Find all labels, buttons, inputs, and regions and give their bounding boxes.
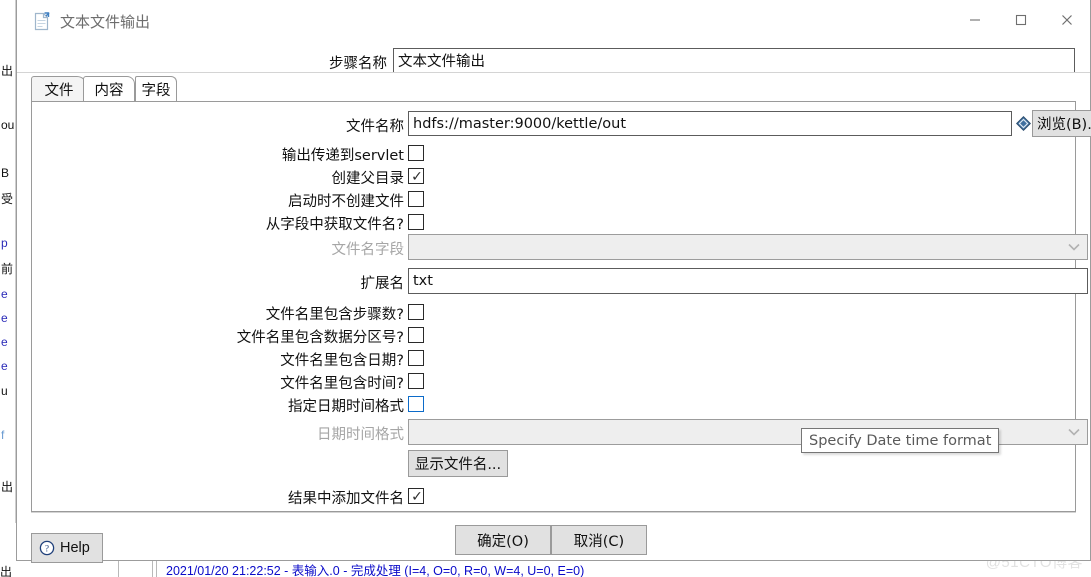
include-partnr-checkbox[interactable] [408,327,424,343]
add-to-result-checkbox[interactable]: ✓ [408,488,424,504]
svg-text:?: ? [45,544,49,554]
include-date-label: 文件名里包含日期? [280,353,404,369]
filename-field-label: 文件名字段 [331,242,405,258]
browse-button[interactable]: 浏览(B)... [1032,110,1091,137]
question-mark-icon: ? [39,540,55,556]
include-stepnr-label: 文件名里包含步骤数? [265,307,404,323]
filename-field-combo[interactable] [408,234,1088,260]
specify-date-format-label: 指定日期时间格式 [288,399,404,415]
include-time-label: 文件名里包含时间? [280,376,404,392]
document-output-icon [33,12,50,31]
variable-diamond-icon[interactable] [1015,115,1032,132]
dialog-title: 文本文件输出 [60,13,151,31]
create-parent-folder-label: 创建父目录 [331,171,405,187]
include-stepnr-checkbox[interactable] [408,304,424,320]
check-mark-icon: ✓ [411,168,423,184]
step-name-label: 步骤名称 [329,56,387,72]
window-controls [952,0,1090,43]
tab-file-label: 文件 [44,82,74,99]
help-button-label: Help [60,540,90,556]
include-partnr-label: 文件名里包含数据分区号? [236,330,404,346]
tab-content[interactable]: 内容 [83,76,135,102]
cancel-button[interactable]: 取消(C) [551,525,647,555]
chevron-down-icon [1062,421,1086,443]
maximize-button[interactable] [998,0,1044,40]
footer-divider [31,512,1076,513]
filename-from-field-label: 从字段中获取文件名? [265,217,404,233]
close-button[interactable] [1044,0,1090,40]
specify-date-format-checkbox[interactable] [408,396,424,412]
check-mark-icon: ✓ [411,488,423,504]
tab-fields-label: 字段 [141,83,171,99]
background-bottom-left-label: 出 [0,565,13,577]
help-button[interactable]: ? Help [31,533,103,563]
pass-to-servlet-label: 输出传递到servlet [281,148,404,164]
filename-input[interactable] [408,111,1012,136]
tab-fields[interactable]: 字段 [135,76,177,102]
include-time-checkbox[interactable] [408,373,424,389]
extension-input[interactable] [408,268,1088,294]
do-not-create-at-start-checkbox[interactable] [408,191,424,207]
tab-file[interactable]: 文件 [31,76,87,102]
status-divider [118,560,119,577]
status-divider [152,560,153,577]
filename-field-value [415,235,1059,259]
filename-label: 文件名称 [346,119,404,135]
minimize-button[interactable] [952,0,998,40]
add-to-result-label: 结果中添加文件名 [288,491,404,507]
date-time-format-label: 日期时间格式 [317,427,404,443]
create-parent-folder-checkbox[interactable]: ✓ [408,168,424,184]
background-status-bar: 2021/01/20 21:22:52 - 表输入.0 - 完成处理 (I=4,… [0,560,1091,577]
tab-content-label: 内容 [94,83,124,99]
text-file-output-dialog: 文本文件输出 步骤名称 文件 [16,0,1091,563]
chevron-down-icon [1062,236,1086,258]
date-format-tooltip: Specify Date time format [801,428,1000,453]
header-divider [17,72,1090,73]
tab-bar: 文件 内容 字段 [31,76,1076,102]
status-divider [156,560,157,577]
extension-label: 扩展名 [360,276,405,292]
step-name-input[interactable] [393,48,1075,73]
dialog-titlebar: 文本文件输出 [17,0,1090,44]
filename-from-field-checkbox[interactable] [408,214,424,230]
background-log-line: 2021/01/20 21:22:52 - 表输入.0 - 完成处理 (I=4,… [166,564,585,577]
show-filenames-button[interactable]: 显示文件名... [408,450,508,477]
include-date-checkbox[interactable] [408,350,424,366]
pass-to-servlet-checkbox[interactable] [408,145,424,161]
screen: 出 ou B 受 p 前 e e e e u f 出 2021/01/20 21… [0,0,1091,577]
ok-button[interactable]: 确定(O) [455,525,551,555]
do-not-create-at-start-label: 启动时不创建文件 [288,194,404,210]
